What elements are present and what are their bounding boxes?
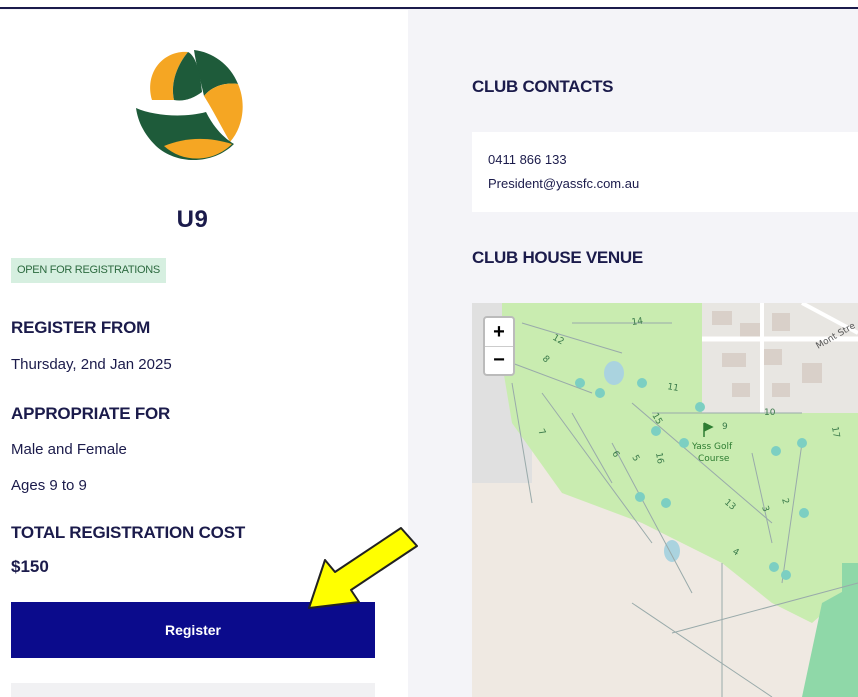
club-house-title: CLUB HOUSE VENUE (472, 248, 643, 267)
top-border (0, 0, 858, 9)
next-section-box (11, 683, 375, 697)
venue-map[interactable]: 14 12 8 11 10 9 15 7 6 5 16 13 3 2 4 17 … (472, 303, 858, 697)
appropriate-for-label: APPROPRIATE FOR (11, 404, 171, 423)
zoom-out-button[interactable]: − (485, 346, 513, 374)
gender-value: Male and Female (11, 441, 127, 458)
cost-value: $150 (11, 557, 49, 576)
register-from-value: Thursday, 2nd Jan 2025 (11, 356, 172, 373)
contact-email[interactable]: President@yassfc.com.au (488, 176, 639, 191)
map-tiles: 14 12 8 11 10 9 15 7 6 5 16 13 3 2 4 17 … (472, 303, 858, 697)
team-name: U9 (176, 206, 209, 233)
map-place-name-2: Course (698, 454, 730, 464)
register-from-label: REGISTER FROM (11, 318, 151, 337)
status-badge: OPEN FOR REGISTRATIONS (11, 258, 166, 283)
svg-text:17: 17 (829, 426, 841, 439)
contact-card: 0411 866 133 President@yassfc.com.au (472, 132, 858, 212)
ages-value: Ages 9 to 9 (11, 477, 87, 494)
svg-text:11: 11 (666, 382, 679, 394)
map-zoom-control: + − (483, 316, 515, 376)
contact-phone[interactable]: 0411 866 133 (488, 152, 567, 167)
zoom-in-button[interactable]: + (485, 318, 513, 346)
svg-text:16: 16 (653, 452, 665, 465)
cost-label: TOTAL REGISTRATION COST (11, 523, 246, 542)
club-contacts-title: CLUB CONTACTS (472, 77, 614, 96)
svg-text:9: 9 (722, 422, 728, 432)
yellow-arrow-annotation (308, 527, 418, 609)
club-logo (136, 46, 252, 162)
svg-text:14: 14 (631, 316, 644, 328)
map-place-name-1: Yass Golf (691, 442, 733, 452)
svg-text:10: 10 (764, 408, 776, 418)
